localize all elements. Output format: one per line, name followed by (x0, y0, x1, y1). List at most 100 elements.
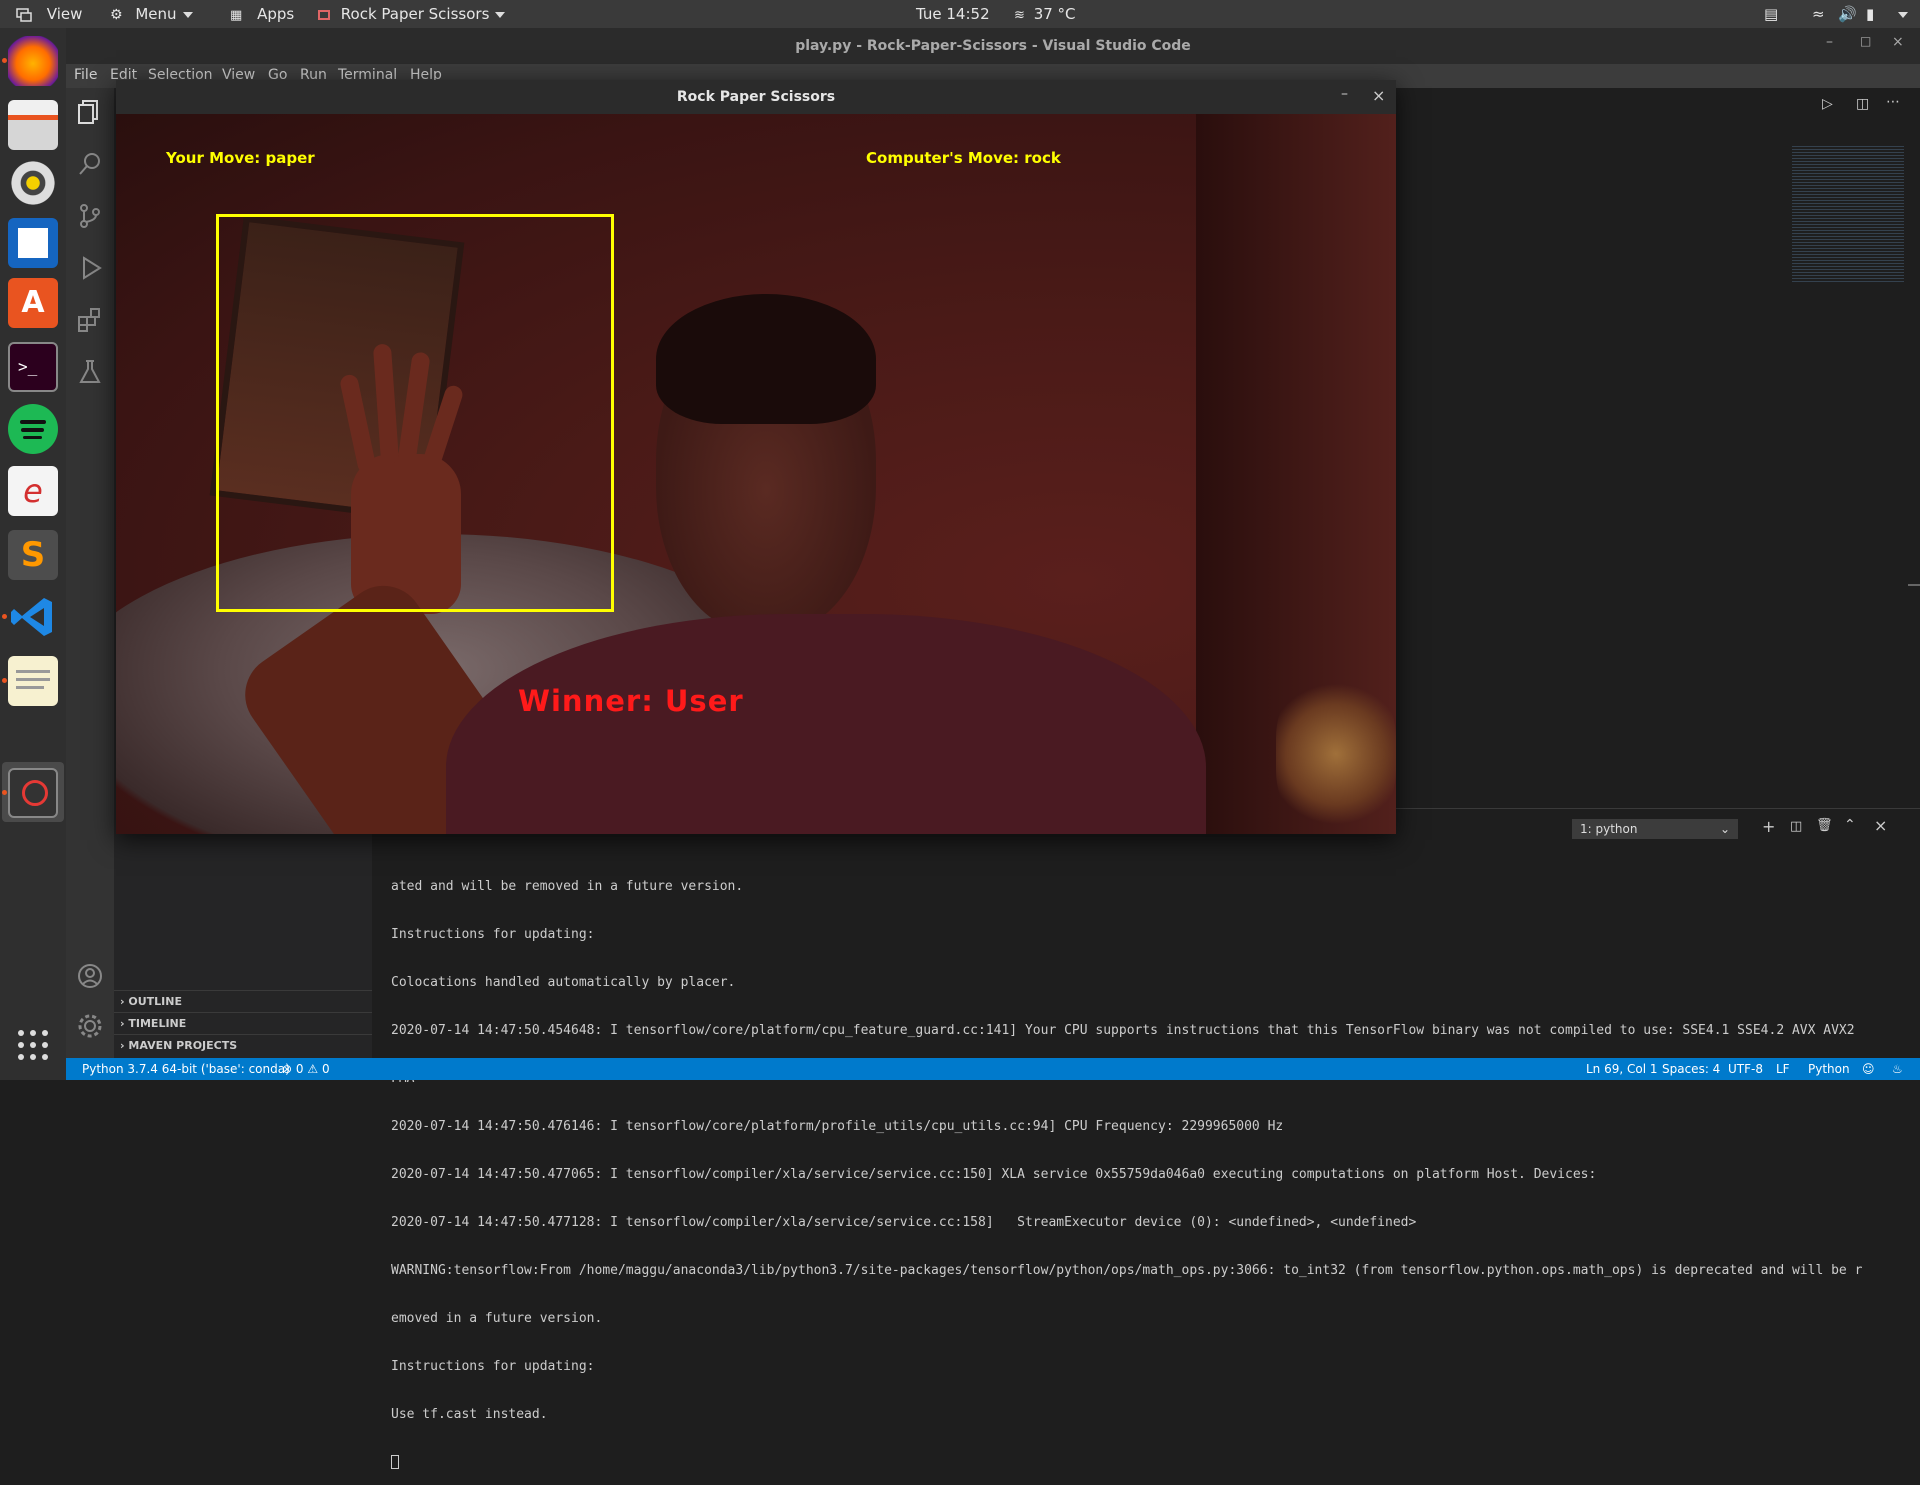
writer-icon[interactable] (8, 218, 58, 268)
extensions-icon[interactable] (76, 306, 104, 334)
app-window-icon (318, 9, 330, 20)
cursor-position[interactable]: Ln 69, Col 1 (1586, 1058, 1658, 1080)
menu-file[interactable]: File (74, 67, 97, 83)
chevron-down-icon (495, 11, 506, 18)
software-center-icon[interactable]: A (8, 278, 58, 328)
maximize-button[interactable]: □ (1860, 34, 1871, 48)
rock-paper-scissors-icon[interactable] (8, 768, 58, 818)
terminal-line: Use tf.cast instead. (391, 1407, 548, 1422)
minimap[interactable] (1792, 144, 1904, 284)
text-editor-icon[interactable] (8, 656, 58, 706)
language-mode[interactable]: Python (1808, 1058, 1850, 1080)
active-app-menu[interactable]: Rock Paper Scissors (318, 0, 506, 28)
view-label: View (46, 5, 83, 23)
weather-indicator[interactable]: ≋ 37 °C (1014, 0, 1076, 28)
system-menu[interactable] (1892, 0, 1908, 28)
volume-icon[interactable]: 🔊 (1838, 0, 1857, 28)
maximize-panel-icon[interactable]: ⌃ (1844, 817, 1856, 833)
account-icon[interactable] (76, 962, 104, 990)
terminal-line: 2020-07-14 14:47:50.454648: I tensorflow… (391, 1023, 1855, 1038)
chevron-right-icon: › (120, 1039, 125, 1052)
sublime-text-icon[interactable]: S (8, 530, 58, 580)
terminal-output[interactable]: ated and will be removed in a future ver… (391, 847, 1911, 1485)
firefox-icon[interactable] (8, 36, 58, 86)
computer-move-label: Computer's Move: rock (866, 149, 1061, 167)
line-ending[interactable]: LF (1776, 1058, 1790, 1080)
indentation[interactable]: Spaces: 4 (1662, 1058, 1720, 1080)
terminal-select[interactable]: 1: python ⌄ (1572, 819, 1738, 839)
terminal-line: Colocations handled automatically by pla… (391, 975, 736, 990)
chevron-right-icon: › (120, 995, 125, 1008)
vscode-icon[interactable] (8, 592, 58, 642)
run-file-icon[interactable]: ▷ (1822, 96, 1833, 112)
close-panel-icon[interactable]: × (1874, 816, 1887, 835)
new-terminal-icon[interactable]: + (1762, 817, 1775, 836)
heat-icon: ≋ (1014, 8, 1025, 23)
chevron-down-icon: ⌄ (1719, 822, 1730, 836)
show-applications-icon[interactable] (16, 1028, 50, 1062)
minimize-button[interactable]: – (1341, 86, 1348, 102)
split-editor-icon[interactable]: ◫ (1856, 96, 1869, 112)
files-icon[interactable] (8, 100, 58, 150)
settings-gear-icon[interactable] (76, 1012, 104, 1040)
top-panel: View ⚙ Menu ▦ Apps Rock Paper Scissors T… (0, 0, 1920, 28)
rock-paper-scissors-window: Rock Paper Scissors – × Your Move: paper… (116, 80, 1396, 834)
indicator-icon[interactable]: ▤ (1764, 0, 1778, 28)
chevron-down-icon (182, 11, 193, 18)
warning-count: 0 (321, 1062, 330, 1076)
apps-button[interactable]: ▦ Apps (230, 0, 294, 28)
main-menu[interactable]: ⚙ Menu (110, 0, 193, 28)
evince-icon[interactable]: e (8, 466, 58, 516)
menu-icon: ⚙ (110, 7, 123, 23)
terminal-line: Instructions for updating: (391, 1359, 595, 1374)
chevron-down-icon (1898, 11, 1908, 18)
search-icon[interactable] (76, 150, 104, 178)
game-window-title: Rock Paper Scissors (116, 80, 1396, 114)
menu-label: Menu (135, 5, 177, 23)
problems-indicator[interactable]: ⊗ 0 ⚠ 0 (282, 1058, 330, 1080)
encoding[interactable]: UTF-8 (1728, 1058, 1763, 1080)
outline-label: OUTLINE (128, 995, 182, 1008)
battery-icon[interactable]: ▮ (1866, 0, 1874, 28)
wifi-icon[interactable]: ≈ (1812, 0, 1825, 28)
active-app-label: Rock Paper Scissors (340, 5, 490, 23)
running-dot (2, 614, 7, 619)
person-hair (656, 294, 876, 424)
window-icon (16, 7, 32, 22)
close-button[interactable]: × (1372, 86, 1385, 105)
split-terminal-icon[interactable]: ◫ (1790, 819, 1802, 834)
apps-label: Apps (257, 5, 295, 23)
spotify-icon[interactable] (8, 404, 58, 454)
webcam-frame: Your Move: paper Computer's Move: rock W… (116, 114, 1396, 834)
minimize-button[interactable]: – (1826, 34, 1833, 50)
running-dot (2, 58, 7, 63)
rhythmbox-icon[interactable] (8, 158, 58, 208)
close-button[interactable]: × (1892, 34, 1904, 50)
terminal-line: 2020-07-14 14:47:50.477128: I tensorflow… (391, 1215, 1417, 1230)
feedback-icon[interactable]: ☺ (1862, 1058, 1875, 1080)
clock[interactable]: Tue 14:52 (916, 0, 990, 28)
testing-flask-icon[interactable] (76, 358, 104, 386)
apps-grid-icon: ▦ (230, 8, 243, 23)
run-debug-icon[interactable] (76, 254, 104, 282)
warning-icon: ⚠ (307, 1062, 319, 1076)
maven-projects-section[interactable]: › MAVEN PROJECTS (114, 1034, 372, 1057)
terminal-icon[interactable]: >_ (8, 342, 58, 392)
timeline-label: TIMELINE (128, 1017, 187, 1030)
source-control-icon[interactable] (76, 202, 104, 230)
explorer-icon[interactable] (76, 98, 104, 126)
editor-scrollbar[interactable] (1908, 584, 1920, 586)
running-dot (2, 678, 7, 683)
outline-section[interactable]: › OUTLINE (114, 990, 372, 1013)
status-bar: Python 3.7.4 64-bit ('base': conda) ⊗ 0 … (66, 1058, 1920, 1080)
vscode-title: play.py - Rock-Paper-Scissors - Visual S… (66, 28, 1920, 64)
python-interpreter[interactable]: Python 3.7.4 64-bit ('base': conda) (82, 1058, 290, 1080)
notifications-bell-icon[interactable]: ♨ (1892, 1058, 1903, 1080)
dock: A >_ e S (0, 28, 66, 1080)
timeline-section[interactable]: › TIMELINE (114, 1012, 372, 1035)
kill-terminal-icon[interactable]: 🗑 (1816, 818, 1833, 833)
view-menu[interactable]: View (16, 0, 82, 28)
terminal-line: Instructions for updating: (391, 927, 595, 942)
terminal-cursor (391, 1455, 399, 1469)
more-actions-icon[interactable]: ⋯ (1886, 94, 1900, 110)
